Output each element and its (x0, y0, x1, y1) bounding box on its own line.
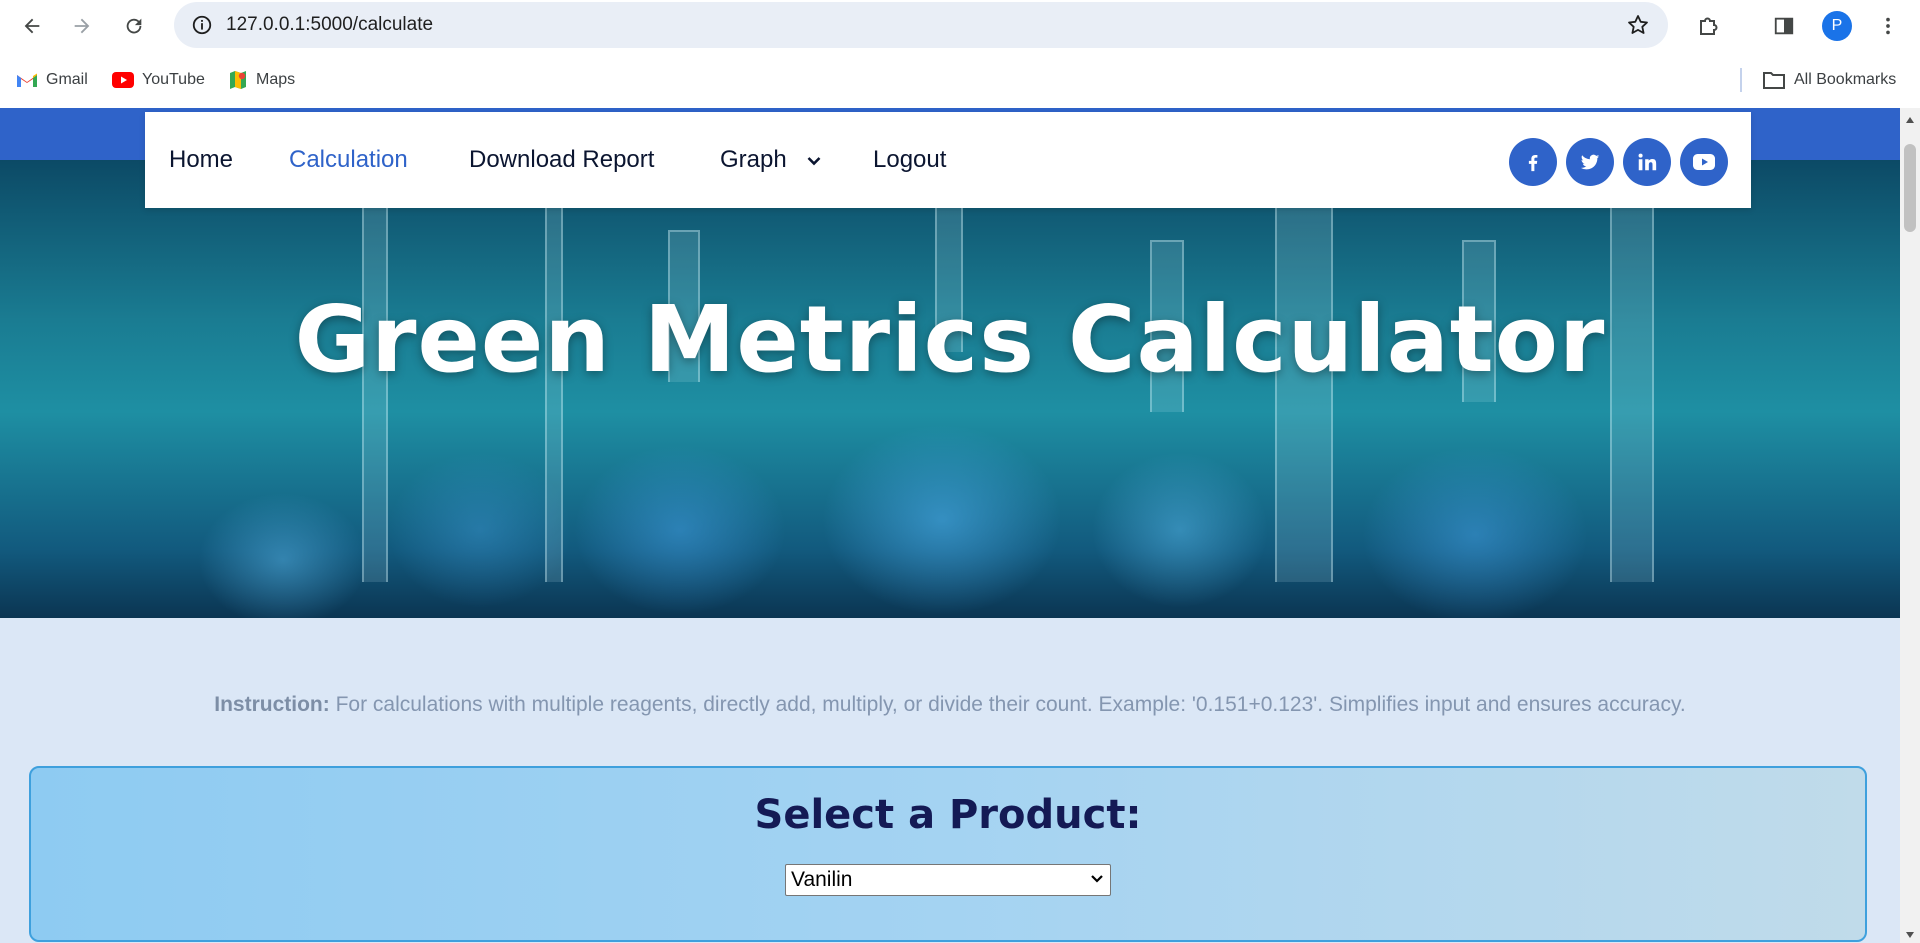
youtube-icon (112, 72, 134, 88)
site-info-icon[interactable] (184, 7, 220, 43)
bookmark-label: Gmail (46, 71, 88, 88)
back-arrow-icon (24, 18, 40, 34)
url-text[interactable]: 127.0.0.1:5000/calculate (226, 2, 433, 48)
facebook-icon (1528, 154, 1538, 172)
youtube-button[interactable] (1680, 138, 1728, 186)
bookmark-gmail[interactable]: Gmail (16, 64, 88, 96)
forward-arrow-icon (74, 18, 90, 34)
chevron-down-icon (807, 156, 821, 165)
bookmark-youtube[interactable]: YouTube (112, 64, 205, 96)
kebab-menu-icon (1886, 17, 1890, 35)
reload-button[interactable] (116, 8, 152, 44)
bookmarks-separator (1740, 68, 1742, 92)
youtube-icon (1693, 154, 1715, 170)
scroll-thumb[interactable] (1904, 144, 1916, 232)
bookmark-maps[interactable]: Maps (228, 64, 295, 96)
browser-menu-button[interactable] (1870, 8, 1906, 44)
instruction-body: For calculations with multiple reagents,… (335, 693, 1686, 716)
nav-download-report[interactable]: Download Report (469, 112, 654, 208)
nav-graph-label: Graph (720, 146, 787, 173)
side-panel-icon (1774, 17, 1794, 35)
linkedin-icon (1638, 153, 1657, 171)
facebook-button[interactable] (1509, 138, 1557, 186)
chevron-down-icon (1091, 875, 1103, 883)
reload-icon (126, 18, 142, 34)
product-select[interactable]: Vanilin (785, 864, 1111, 896)
all-bookmarks-button[interactable]: All Bookmarks (1762, 64, 1896, 96)
linkedin-button[interactable] (1623, 138, 1671, 186)
nav-logout[interactable]: Logout (873, 112, 946, 208)
side-panel-button[interactable] (1766, 8, 1802, 44)
twitter-icon (1580, 154, 1600, 170)
browser-toolbar: 127.0.0.1:5000/calculate P (0, 0, 1920, 52)
forward-button[interactable] (64, 8, 100, 44)
hero-title: Green Metrics Calculator (294, 286, 1606, 393)
bookmarks-bar: Gmail YouTube Maps All Bookmarks (0, 52, 1920, 108)
scroll-down-arrow-icon[interactable] (1900, 927, 1920, 943)
hero-banner: Green Metrics Calculator (0, 160, 1900, 618)
puzzle-icon (1700, 17, 1718, 35)
scroll-up-arrow-icon[interactable] (1900, 112, 1920, 128)
product-selected-value: Vanilin (791, 868, 853, 891)
instruction-text: Instruction: For calculations with multi… (0, 693, 1900, 717)
extensions-button[interactable] (1690, 8, 1726, 44)
maps-icon (230, 71, 246, 89)
bookmark-star-icon[interactable] (1620, 7, 1656, 43)
product-selection-panel: Select a Product: Vanilin (29, 766, 1867, 942)
folder-icon (1763, 72, 1785, 89)
profile-avatar[interactable]: P (1822, 11, 1852, 41)
nav-calculation[interactable]: Calculation (289, 112, 408, 208)
instruction-label: Instruction: (214, 693, 330, 716)
gmail-icon (17, 73, 37, 87)
nav-graph-dropdown[interactable]: Graph (720, 112, 821, 208)
nav-home[interactable]: Home (169, 112, 233, 208)
back-button[interactable] (14, 8, 50, 44)
bookmark-label: YouTube (142, 71, 205, 88)
address-bar[interactable]: 127.0.0.1:5000/calculate (174, 2, 1668, 48)
twitter-button[interactable] (1566, 138, 1614, 186)
bookmark-label: Maps (256, 71, 296, 88)
page-scrollbar[interactable] (1900, 108, 1920, 943)
all-bookmarks-label: All Bookmarks (1794, 71, 1897, 88)
page-viewport: Green Metrics Calculator Home Calculatio… (0, 108, 1900, 943)
main-navbar: Home Calculation Download Report Graph L… (145, 112, 1751, 208)
product-title: Select a Product: (754, 792, 1142, 838)
